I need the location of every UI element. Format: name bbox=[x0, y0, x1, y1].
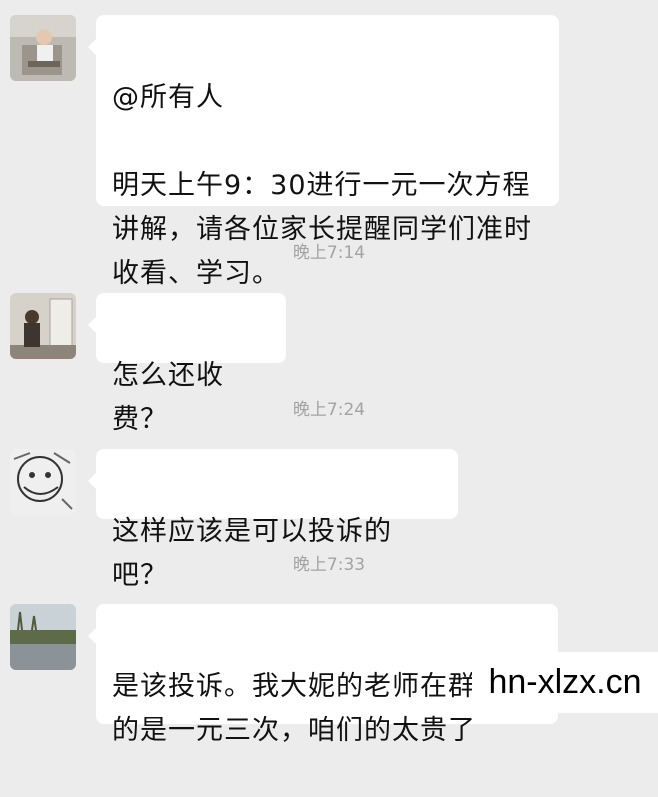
timestamp-3: 晚上7:33 bbox=[292, 555, 366, 575]
sender-avatar-3[interactable] bbox=[10, 449, 76, 515]
lake-landscape-photo-icon bbox=[10, 604, 76, 670]
message-bubble-1[interactable]: @所有人 明天上午9：30进行一元一次方程 讲解，请各位家长提醒同学们准时 收看… bbox=[88, 15, 559, 289]
woman-in-room-photo-icon bbox=[10, 293, 76, 359]
message-text: 明天上午9：30进行一元一次方程 讲解，请各位家长提醒同学们准时 收看、学习。 bbox=[112, 170, 532, 289]
message-bubble-2[interactable]: 怎么还收费？ bbox=[88, 293, 286, 435]
sketch-face-photo-icon bbox=[10, 449, 76, 515]
timestamp-2: 晚上7:24 bbox=[292, 400, 366, 420]
child-on-chair-photo-icon bbox=[10, 15, 76, 81]
sender-avatar-4[interactable] bbox=[10, 604, 76, 670]
message-mention: @所有人 bbox=[112, 82, 224, 113]
sender-avatar-2[interactable] bbox=[10, 293, 76, 359]
site-watermark: hn-xlzx.cn bbox=[472, 652, 658, 713]
timestamp-1: 晚上7:14 bbox=[292, 243, 366, 263]
sender-avatar-1[interactable] bbox=[10, 15, 76, 81]
message-bubble-3[interactable]: 这样应该是可以投诉的吧？ bbox=[88, 449, 458, 591]
